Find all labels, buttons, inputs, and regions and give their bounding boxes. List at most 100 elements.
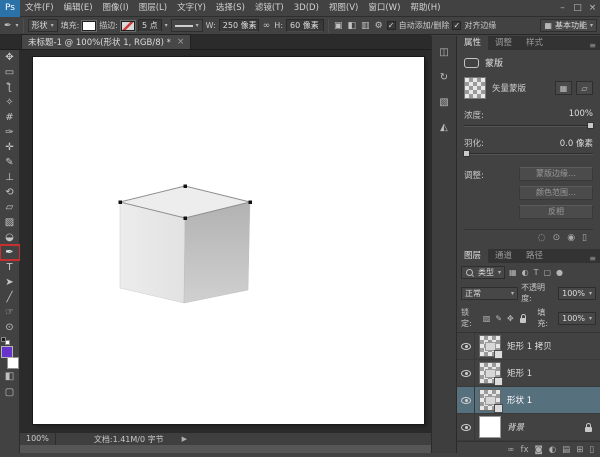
tab-styles[interactable]: 样式	[519, 36, 550, 50]
layer-row-rect1-copy[interactable]: 矩形 1 拷贝	[457, 333, 600, 360]
menu-window[interactable]: 窗口(W)	[363, 0, 405, 16]
fill-opacity-dropdown[interactable]: 100%▾	[558, 312, 596, 325]
filter-pixel-layers-icon[interactable]: ▦	[508, 268, 518, 277]
feather-slider-thumb[interactable]	[463, 150, 470, 157]
history-brush-tool[interactable]: ⟲	[0, 185, 20, 200]
dock-panel-icon-2[interactable]: ↻	[436, 71, 452, 85]
move-tool[interactable]: ✥	[0, 50, 20, 65]
delete-layer-icon[interactable]: ▯	[589, 445, 594, 455]
stroke-color-swatch[interactable]	[121, 21, 135, 31]
enable-mask-icon[interactable]: ◉	[567, 233, 575, 243]
opacity-dropdown[interactable]: 100%▾	[558, 287, 596, 300]
tab-paths[interactable]: 路径	[519, 249, 550, 263]
filter-type-layers-icon[interactable]: T	[533, 268, 540, 277]
add-vector-mask-button[interactable]: ▱	[576, 81, 593, 95]
feather-value[interactable]: 0.0 像素	[560, 137, 593, 149]
eyedropper-tool[interactable]: ✑	[0, 125, 20, 140]
stroke-width-caret-icon[interactable]: ▾	[165, 22, 168, 29]
mask-edge-button[interactable]: 蒙版边缘…	[519, 167, 593, 181]
rect-marquee-tool[interactable]: ▭	[0, 65, 20, 80]
zoom-level-field[interactable]: 100%	[20, 433, 56, 445]
crop-tool[interactable]: #	[0, 110, 20, 125]
layer-style-icon[interactable]: fx	[520, 445, 528, 455]
visibility-cell[interactable]	[457, 414, 475, 440]
path-alignment-icon[interactable]: ◧	[347, 21, 358, 31]
menu-filter[interactable]: 滤镜(T)	[250, 0, 289, 16]
geometry-options-gear-icon[interactable]: ⚙	[374, 21, 384, 31]
panel-menu-icon[interactable]: ≡	[589, 254, 596, 263]
default-colors-icon[interactable]	[1, 337, 10, 345]
dock-panel-icon-3[interactable]: ▧	[436, 96, 452, 110]
maximize-button[interactable]: □	[570, 0, 585, 16]
menu-3d[interactable]: 3D(D)	[289, 0, 324, 16]
type-tool[interactable]: T	[0, 260, 20, 275]
layer-name[interactable]: 矩形 1	[507, 367, 532, 379]
lock-position-icon[interactable]: ✥	[506, 314, 515, 323]
new-group-icon[interactable]: ▤	[562, 445, 570, 455]
foreground-color-swatch[interactable]	[1, 346, 13, 358]
add-layer-mask-icon[interactable]: ◙	[534, 445, 542, 455]
tab-layers[interactable]: 图层	[457, 249, 488, 263]
zoom-tool[interactable]: ⊙	[0, 320, 20, 335]
tab-close-icon[interactable]: ×	[177, 37, 185, 47]
blend-mode-dropdown[interactable]: 正常▾	[461, 287, 518, 300]
menu-edit[interactable]: 编辑(E)	[59, 0, 98, 16]
layer-row-rect1[interactable]: 矩形 1	[457, 360, 600, 387]
height-field[interactable]: 60 像素	[286, 19, 324, 32]
tab-adjustments[interactable]: 调整	[488, 36, 519, 50]
menu-help[interactable]: 帮助(H)	[405, 0, 445, 16]
feather-slider[interactable]	[464, 153, 593, 155]
tab-channels[interactable]: 通道	[488, 249, 519, 263]
layer-thumbnail[interactable]	[479, 335, 501, 357]
workspace-dropdown[interactable]: ▦ 基本功能▾	[540, 19, 597, 32]
healing-brush-tool[interactable]: ✛	[0, 140, 20, 155]
filter-adjustment-layers-icon[interactable]: ◐	[521, 268, 530, 277]
layer-row-background[interactable]: 背景	[457, 414, 600, 441]
layer-row-shape1-selected[interactable]: 形状 1	[457, 387, 600, 414]
line-shape-tool[interactable]: ╱	[0, 290, 20, 305]
path-operations-icon[interactable]: ▣	[333, 21, 344, 31]
pen-tool[interactable]: ✒	[0, 245, 20, 260]
visibility-cell[interactable]	[457, 360, 475, 386]
path-selection-tool[interactable]: ➤	[0, 275, 20, 290]
filter-smart-objects-icon[interactable]: ●	[555, 268, 564, 277]
minimize-button[interactable]: –	[555, 0, 570, 16]
stroke-style-dropdown[interactable]: ▾	[171, 19, 203, 32]
background-color-swatch[interactable]	[7, 357, 19, 369]
quick-selection-tool[interactable]: ✧	[0, 95, 20, 110]
new-adjustment-layer-icon[interactable]: ◐	[549, 445, 556, 455]
layer-name[interactable]: 背景	[507, 421, 524, 433]
eye-icon[interactable]	[461, 424, 471, 431]
tool-mode-dropdown[interactable]: 形状▾	[28, 19, 58, 32]
visibility-cell[interactable]	[457, 333, 475, 359]
panel-menu-icon[interactable]: ≡	[589, 41, 596, 50]
eraser-tool[interactable]: ▱	[0, 200, 20, 215]
fill-color-swatch[interactable]	[82, 21, 96, 31]
dock-panel-icon-1[interactable]: ◫	[436, 46, 452, 60]
auto-add-delete-checkbox[interactable]: ✓	[387, 21, 396, 30]
link-dimensions-icon[interactable]: ∞	[262, 21, 272, 31]
invert-button[interactable]: 反相	[519, 205, 593, 219]
brush-tool[interactable]: ✎	[0, 155, 20, 170]
lock-transparency-icon[interactable]: ▨	[482, 314, 492, 323]
clone-stamp-tool[interactable]: ⊥	[0, 170, 20, 185]
eye-icon[interactable]	[461, 343, 471, 350]
density-slider-thumb[interactable]	[587, 122, 594, 129]
mask-thumbnail[interactable]	[464, 77, 486, 99]
density-value[interactable]: 100%	[569, 109, 593, 121]
screen-mode-icon[interactable]: ▢	[0, 385, 20, 401]
tab-properties[interactable]: 属性	[457, 36, 488, 50]
link-layers-icon[interactable]: ∞	[507, 445, 514, 455]
add-pixel-mask-button[interactable]: ▦	[555, 81, 572, 95]
layer-name[interactable]: 形状 1	[507, 394, 532, 406]
status-options-arrow-icon[interactable]: ▶	[182, 435, 187, 443]
layer-name[interactable]: 矩形 1 拷贝	[507, 340, 552, 352]
delete-mask-icon[interactable]: ▯	[582, 233, 587, 243]
lasso-tool[interactable]: ƪ	[0, 80, 20, 95]
apply-mask-icon[interactable]: ⊙	[553, 233, 561, 243]
menu-type[interactable]: 文字(Y)	[172, 0, 211, 16]
new-layer-icon[interactable]: ⊞	[576, 445, 583, 455]
menu-view[interactable]: 视图(V)	[324, 0, 363, 16]
layer-thumbnail[interactable]	[479, 362, 501, 384]
align-edges-checkbox[interactable]: ✓	[452, 21, 461, 30]
